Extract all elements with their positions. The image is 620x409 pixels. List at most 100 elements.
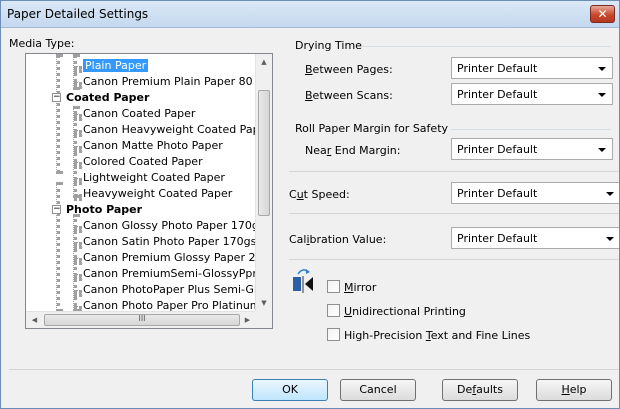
tree-item-label: Canon PhotoPaper Plus Semi-Gloss xyxy=(83,283,256,296)
drying-time-heading: Drying Time xyxy=(295,39,362,52)
cut-speed-label: Cut Speed: xyxy=(289,188,350,201)
tree-leaf-item[interactable]: Canon Matte Photo Paper xyxy=(83,138,223,154)
chevron-down-icon xyxy=(606,237,614,241)
between-scans-dropdown[interactable]: Printer Default xyxy=(451,83,613,105)
tree-leaf-item[interactable]: Canon Glossy Photo Paper 170gsm xyxy=(83,218,256,234)
tree-item-label: Plain Paper xyxy=(83,59,149,72)
tree-leaf-item[interactable]: Canon Heavyweight Coated Paper xyxy=(83,122,256,138)
tree-leaf-item[interactable]: Colored Coated Paper xyxy=(83,154,203,170)
scroll-right-arrow-icon[interactable]: ▶ xyxy=(239,312,256,328)
tree-horizontal-scroll-thumb[interactable]: III xyxy=(44,314,240,326)
defaults-button[interactable]: Defaults xyxy=(442,379,518,401)
roll-margin-group-line xyxy=(451,129,611,130)
tree-item-label: Canon Premium Glossy Paper 2 280 xyxy=(83,251,256,264)
tree-item-label: Lightweight Coated Paper xyxy=(83,171,225,184)
mirror-checkbox[interactable] xyxy=(327,280,340,293)
near-end-margin-dropdown[interactable]: Printer Default xyxy=(451,138,613,160)
between-scans-label: Between Scans: xyxy=(305,89,393,102)
tree-leaf-item[interactable]: Canon Premium Plain Paper 80 xyxy=(83,74,253,90)
drying-time-group-line xyxy=(361,46,611,47)
chevron-down-icon xyxy=(598,148,606,152)
high-precision-checkbox[interactable] xyxy=(327,328,340,341)
tree-leaf-item[interactable]: Canon Satin Photo Paper 170gsm xyxy=(83,234,256,250)
collapse-icon[interactable]: − xyxy=(52,93,61,102)
tree-item-label: Canon PremiumSemi-GlossyPpr2 280 xyxy=(83,267,256,280)
tree-item-label: Coated Paper xyxy=(66,91,150,104)
unidirectional-printing-checkbox[interactable] xyxy=(327,304,340,317)
near-end-margin-label: Near End Margin: xyxy=(305,144,401,157)
tree-line xyxy=(74,178,82,182)
tree-line xyxy=(73,106,77,198)
tree-item-label: Canon Satin Photo Paper 170gsm xyxy=(83,235,256,248)
tree-line xyxy=(74,162,82,166)
tree-line xyxy=(74,226,82,230)
media-type-label: Media Type: xyxy=(9,37,75,50)
tree-line xyxy=(74,274,82,278)
mirror-preview-icon xyxy=(293,269,313,293)
scroll-down-arrow-icon[interactable]: ▼ xyxy=(256,295,272,312)
roll-margin-heading: Roll Paper Margin for Safety xyxy=(295,122,449,135)
tree-line xyxy=(74,82,82,86)
tree-item-label: Canon Matte Photo Paper xyxy=(83,139,223,152)
window-title: Paper Detailed Settings xyxy=(7,7,149,21)
close-button[interactable]: ✕ xyxy=(590,5,615,23)
tree-line xyxy=(74,114,82,118)
tree-leaf-item[interactable]: Canon PhotoPaper Plus Semi-Gloss xyxy=(83,282,256,298)
calibration-value-label: Calibration Value: xyxy=(289,233,387,246)
scrollbar-corner xyxy=(255,311,272,328)
between-pages-value: Printer Default xyxy=(457,62,538,75)
mirror-label: Mirror xyxy=(344,281,377,294)
tree-line xyxy=(74,290,82,294)
tree-vertical-scrollbar[interactable]: ▲ ▼ xyxy=(255,54,272,312)
tree-leaf-item[interactable]: Lightweight Coated Paper xyxy=(83,170,225,186)
between-pages-label: Between Pages: xyxy=(305,63,393,76)
cut-speed-dropdown[interactable]: Printer Default xyxy=(451,182,619,204)
tree-group-item[interactable]: Photo Paper xyxy=(66,202,142,218)
calibration-value: Printer Default xyxy=(457,232,538,245)
separator xyxy=(289,213,619,214)
tree-item-label: Canon Premium Plain Paper 80 xyxy=(83,75,253,88)
tree-line xyxy=(74,258,82,262)
tree-item-label: Heavyweight Coated Paper xyxy=(83,187,233,200)
chevron-down-icon xyxy=(598,93,606,97)
tree-horizontal-scrollbar[interactable]: ◀ III ▶ xyxy=(26,311,256,328)
tree-line xyxy=(74,66,82,70)
high-precision-label: High-Precision Text and Fine Lines xyxy=(344,329,531,342)
tree-item-label: Colored Coated Paper xyxy=(83,155,203,168)
tree-leaf-item[interactable]: Plain Paper xyxy=(83,58,149,74)
tree-vertical-scroll-thumb[interactable] xyxy=(258,90,270,216)
separator xyxy=(289,171,619,172)
separator xyxy=(289,259,619,260)
title-bar: Paper Detailed Settings ✕ xyxy=(1,1,619,28)
ok-button[interactable]: OK xyxy=(252,379,328,401)
media-type-tree[interactable]: Plain Paper Canon Premium Plain Paper 80 C… xyxy=(25,53,273,329)
tree-line xyxy=(74,242,82,246)
tree-item-label: Canon Coated Paper xyxy=(83,107,196,120)
tree-item-label: Canon Heavyweight Coated Paper xyxy=(83,123,256,136)
tree-leaf-item[interactable]: Canon Premium Glossy Paper 2 280 xyxy=(83,250,256,266)
scroll-up-arrow-icon[interactable]: ▲ xyxy=(256,54,272,71)
tree-line xyxy=(74,306,82,310)
media-type-tree-content: Plain Paper Canon Premium Plain Paper 80 C… xyxy=(26,54,256,312)
scroll-left-arrow-icon[interactable]: ◀ xyxy=(26,312,43,328)
tree-leaf-item[interactable]: Heavyweight Coated Paper xyxy=(83,186,232,202)
calibration-value-dropdown[interactable]: Printer Default xyxy=(451,227,619,249)
tree-group-item[interactable]: Coated Paper xyxy=(66,90,149,106)
tree-leaf-item[interactable]: Canon PremiumSemi-GlossyPpr2 280 xyxy=(83,266,256,282)
collapse-icon[interactable]: − xyxy=(52,205,61,214)
near-end-margin-value: Printer Default xyxy=(457,143,538,156)
help-button[interactable]: Help xyxy=(536,379,612,401)
tree-item-label: Canon Glossy Photo Paper 170gsm xyxy=(83,219,256,232)
bottom-separator xyxy=(9,369,619,370)
between-pages-dropdown[interactable]: Printer Default xyxy=(451,57,613,79)
between-scans-value: Printer Default xyxy=(457,88,538,101)
tree-leaf-item[interactable]: Canon Coated Paper xyxy=(83,106,195,122)
tree-line xyxy=(74,146,82,150)
tree-line xyxy=(74,130,82,134)
tree-line xyxy=(56,182,60,312)
paper-detailed-settings-dialog: Paper Detailed Settings ✕ Media Type: Pl… xyxy=(0,0,620,409)
cut-speed-value: Printer Default xyxy=(457,187,538,200)
tree-leaf-item[interactable]: Canon Photo Paper Pro Platinum xyxy=(83,298,256,312)
unidirectional-printing-label: Unidirectional Printing xyxy=(344,305,466,318)
cancel-button[interactable]: Cancel xyxy=(340,379,416,401)
